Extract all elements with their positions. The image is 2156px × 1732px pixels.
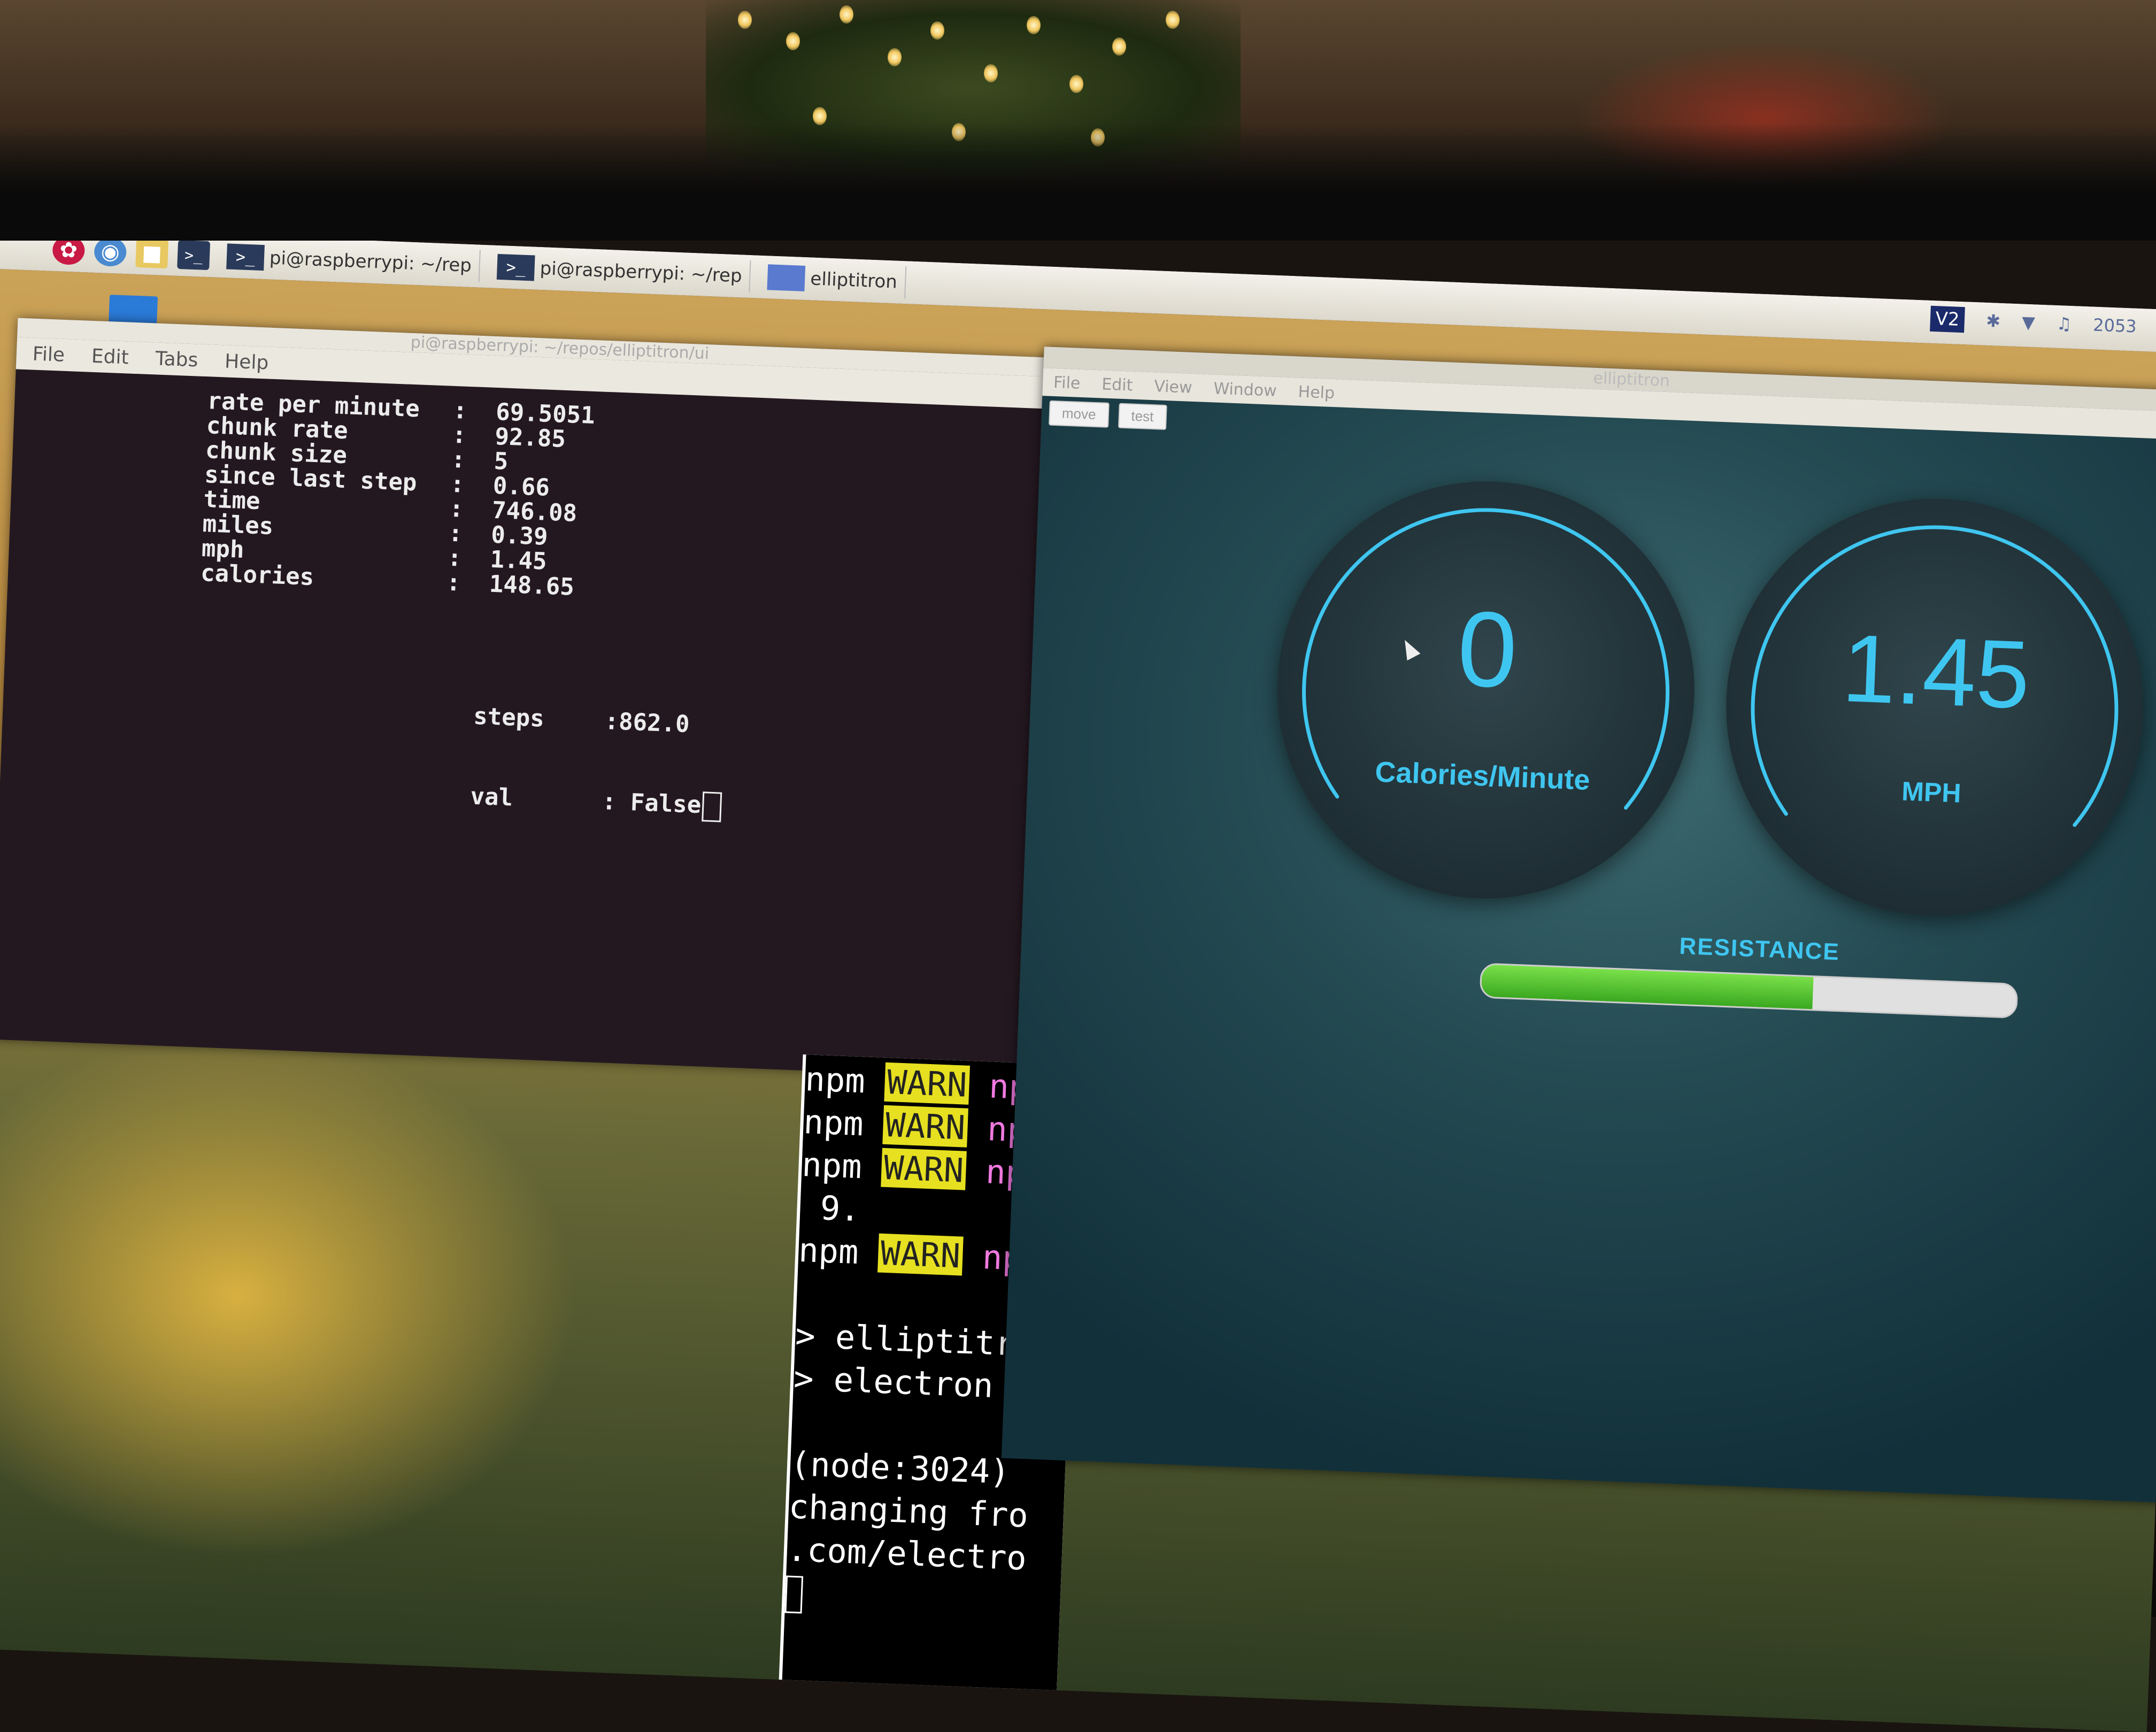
- val-line: val : False: [469, 783, 722, 822]
- move-button[interactable]: move: [1049, 400, 1110, 428]
- test-button[interactable]: test: [1118, 403, 1167, 430]
- system-tray: V2 ✱ ▼ ♫ 2053: [1929, 305, 2137, 340]
- elliptitron-window: elliptitron File Edit View Window Help m…: [1001, 347, 2156, 1504]
- resistance-label: RESISTANCE: [1678, 933, 1841, 966]
- calories-gauge: 0 Calories/Minute: [1269, 473, 1703, 907]
- clock: 2053: [2092, 314, 2137, 337]
- file-manager-icon[interactable]: ■: [135, 238, 169, 269]
- taskbar-task-elliptitron[interactable]: elliptitron: [759, 260, 907, 299]
- terminal-launcher-icon[interactable]: >_: [177, 240, 211, 271]
- steps-label: steps: [473, 702, 545, 733]
- text-cursor: [702, 791, 722, 822]
- val-label: val: [469, 782, 514, 812]
- menu-tabs[interactable]: Tabs: [155, 348, 198, 371]
- taskbar-task-terminal-1[interactable]: >_ pi@raspberrypi: ~/rep: [218, 240, 481, 282]
- val-value: : False: [602, 788, 702, 819]
- menu-window[interactable]: Window: [1213, 379, 1277, 401]
- vnc-icon[interactable]: V2: [1929, 305, 1966, 333]
- browser-icon[interactable]: ◉: [94, 236, 127, 267]
- window-icon: [767, 264, 806, 291]
- volume-icon[interactable]: ♫: [2056, 313, 2072, 334]
- menu-help[interactable]: Help: [224, 350, 269, 374]
- terminal-output[interactable]: rate per minute:69.5051 chunk rate:92.85…: [0, 369, 1100, 1081]
- resistance-bar[interactable]: [1479, 963, 2019, 1019]
- resistance-fill: [1481, 964, 1814, 1010]
- taskbar-task-terminal-2[interactable]: >_ pi@raspberrypi: ~/rep: [489, 250, 751, 292]
- monitor-screen: ✿ ◉ ■ >_ >_ pi@raspberrypi: ~/rep >_ pi@…: [0, 225, 2156, 1732]
- menu-view[interactable]: View: [1154, 377, 1192, 397]
- task-label: pi@raspberrypi: ~/rep: [539, 257, 743, 287]
- steps-value: :862.0: [604, 707, 690, 738]
- terminal-icon: >_: [226, 243, 265, 271]
- mph-gauge: 1.45 MPH: [1718, 490, 2151, 924]
- app-toolbar: move test: [1049, 400, 1167, 430]
- menu-file[interactable]: File: [1053, 373, 1081, 392]
- menu-file[interactable]: File: [32, 343, 65, 366]
- bluetooth-icon[interactable]: ✱: [1986, 311, 2001, 332]
- terminal-window: pi@raspberrypi: ~/repos/elliptitron/ui F…: [0, 318, 1103, 1081]
- menu-help[interactable]: Help: [1298, 382, 1335, 403]
- gauge-value: 0: [1455, 589, 1520, 711]
- task-label: pi@raspberrypi: ~/rep: [269, 247, 472, 276]
- christmas-tree: [706, 0, 1241, 176]
- raspberry-menu-icon[interactable]: ✿: [52, 235, 86, 266]
- task-label: elliptitron: [810, 268, 898, 293]
- wifi-icon[interactable]: ▼: [2021, 312, 2035, 333]
- terminal-icon: >_: [496, 253, 535, 281]
- steps-line: steps :862.0: [473, 703, 690, 738]
- gauge-value: 1.45: [1840, 614, 2032, 729]
- menu-edit[interactable]: Edit: [1102, 375, 1133, 395]
- menu-edit[interactable]: Edit: [91, 345, 129, 368]
